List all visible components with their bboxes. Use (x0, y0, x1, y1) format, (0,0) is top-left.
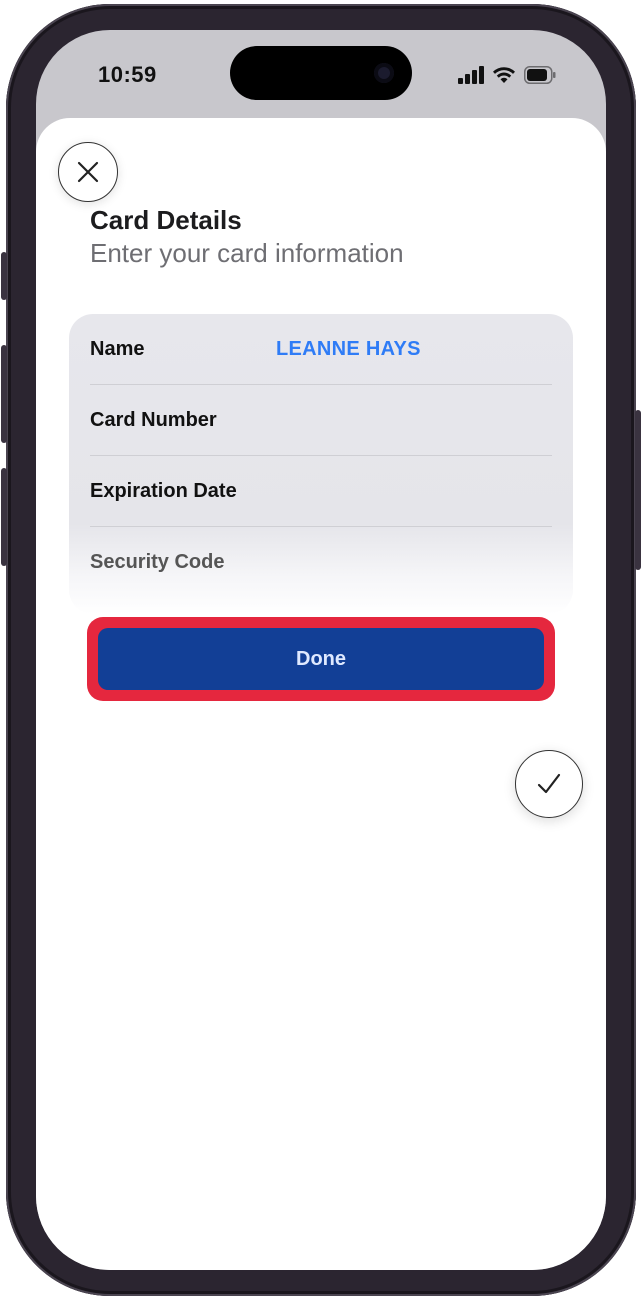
volume-down-button (1, 468, 7, 566)
dynamic-island (230, 46, 412, 100)
status-icons (458, 66, 556, 84)
page-subtitle: Enter your card information (90, 238, 404, 268)
confirm-button[interactable] (515, 750, 583, 818)
card-number-label: Card Number (90, 409, 217, 431)
expiration-date-label: Expiration Date (90, 480, 237, 502)
done-button[interactable]: Done (98, 628, 544, 690)
camera-icon (374, 63, 394, 83)
card-number-row[interactable]: Card Number (90, 385, 552, 456)
security-code-row[interactable]: Security Code (90, 527, 552, 598)
security-code-label: Security Code (90, 551, 225, 573)
close-icon (77, 161, 99, 183)
cellular-signal-icon (458, 66, 484, 84)
name-label: Name (90, 338, 145, 360)
phone-screen: 10:59 Card Details Enter your card infor… (36, 30, 606, 1270)
close-button[interactable] (58, 142, 118, 202)
power-button (635, 410, 641, 570)
action-button (1, 252, 7, 300)
status-time: 10:59 (98, 62, 157, 87)
checkmark-icon (537, 773, 561, 794)
name-value[interactable]: LEANNE HAYS (276, 338, 421, 361)
volume-up-button (1, 345, 7, 443)
card-form: Name LEANNE HAYS Card Number Expiration … (69, 314, 573, 614)
battery-icon (524, 66, 556, 84)
wifi-icon (493, 67, 515, 83)
page-title: Card Details (90, 205, 242, 235)
expiration-date-row[interactable]: Expiration Date (90, 456, 552, 527)
name-row[interactable]: Name LEANNE HAYS (90, 314, 552, 385)
